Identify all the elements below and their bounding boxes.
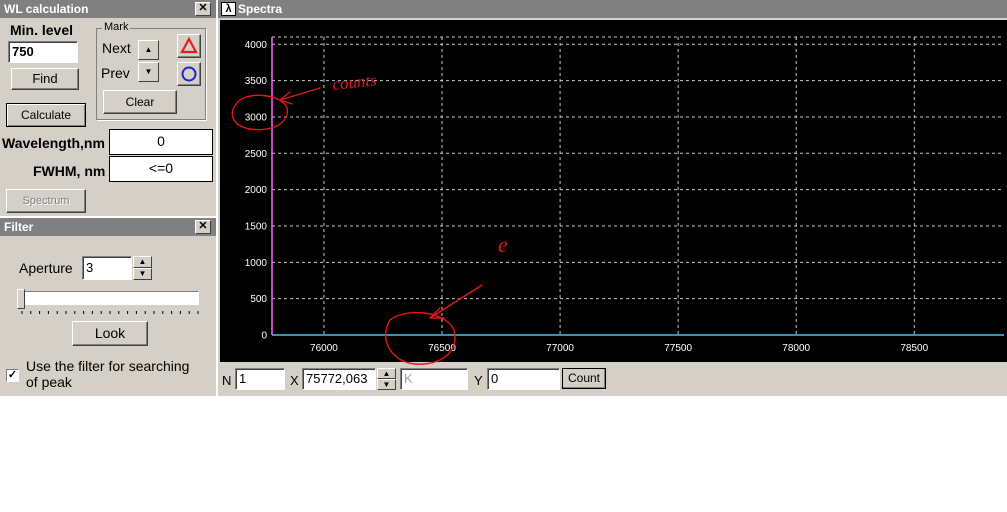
y-tick-label: 2500 — [245, 149, 268, 160]
filter-panel-titlebar: Filter — [0, 218, 216, 236]
count-button[interactable]: Count — [562, 368, 606, 389]
y-tick-label: 4000 — [245, 40, 268, 51]
x-tick-label: 78000 — [782, 343, 810, 354]
calculate-button[interactable]: Calculate — [6, 103, 86, 127]
x-tick-label: 77500 — [664, 343, 692, 354]
filter-checkbox-label-line1: Use the filter for searching — [26, 358, 190, 374]
filter-panel-close-button[interactable]: ✕ — [195, 220, 211, 234]
fwhm-value: <=0 — [109, 156, 213, 182]
y-tick-label: 3000 — [245, 112, 268, 123]
triangle-icon — [180, 36, 198, 54]
clear-button[interactable]: Clear — [103, 90, 177, 114]
filter-slider-thumb[interactable] — [17, 289, 25, 309]
lambda-app-icon: λ — [221, 2, 236, 16]
next-mark-button[interactable]: ▲ — [138, 40, 159, 60]
y-tick-label: 2000 — [245, 185, 268, 196]
triangle-mark-button[interactable] — [177, 34, 201, 58]
filter-checkbox-label-line2: of peak — [26, 374, 72, 390]
x-tick-label: 76500 — [428, 343, 456, 354]
spectra-titlebar: Spectra — [218, 0, 1007, 18]
y-tick-label: 0 — [261, 331, 267, 342]
min-level-label: Min. level — [10, 22, 74, 38]
filter-checkbox[interactable]: ✓ — [6, 369, 19, 382]
prev-mark-button[interactable]: ▼ — [138, 62, 159, 82]
k-input[interactable]: K — [400, 368, 468, 390]
spectra-title: Spectra — [238, 2, 283, 16]
look-button[interactable]: Look — [72, 321, 148, 346]
spectra-window: Spectra λ 0 500 1000 1500 2000 2500 3000 3500 40… — [218, 0, 1007, 396]
checkbox-check-icon: ✓ — [7, 369, 18, 381]
x-down-button[interactable]: ▼ — [377, 379, 396, 390]
aperture-down-button[interactable]: ▼ — [133, 268, 152, 280]
find-button[interactable]: Find — [11, 68, 79, 90]
wavelength-label: Wavelength,nm — [2, 135, 105, 151]
spectra-chart[interactable]: 0 500 1000 1500 2000 2500 3000 3500 4000 76000 76… — [220, 20, 1007, 362]
filter-slider-ticks — [21, 311, 199, 314]
aperture-label: Aperture — [19, 260, 73, 276]
min-level-input[interactable]: 750 — [8, 41, 78, 63]
y-input[interactable]: 0 — [487, 368, 560, 390]
prev-label: Prev — [101, 65, 130, 81]
chart-background — [220, 20, 1007, 362]
y-tick-label: 1500 — [245, 221, 268, 232]
n-input[interactable]: 1 — [235, 368, 285, 390]
spectrum-button[interactable]: Spectrum — [6, 189, 86, 213]
x-label: X — [290, 373, 299, 388]
x-tick-label: 77000 — [546, 343, 574, 354]
y-tick-label: 3500 — [245, 76, 268, 87]
filter-slider-track[interactable] — [18, 291, 199, 305]
filter-panel: Filter ✕ Aperture 3 ▲ ▼ Look ✓ Use the f… — [0, 218, 216, 396]
wl-panel-titlebar: WL calculation — [0, 0, 216, 18]
aperture-up-button[interactable]: ▲ — [133, 256, 152, 268]
y-label: Y — [474, 373, 483, 388]
x-tick-label: 76000 — [310, 343, 338, 354]
wl-panel-close-button[interactable]: ✕ — [195, 2, 211, 16]
fwhm-label: FWHM, nm — [33, 163, 106, 179]
circle-icon — [181, 66, 197, 82]
x-input[interactable]: 75772,063 — [302, 368, 376, 390]
x-tick-label: 78500 — [900, 343, 928, 354]
wl-calculation-panel: WL calculation ✕ Min. level 750 Find Mar… — [0, 0, 216, 216]
x-up-button[interactable]: ▲ — [377, 368, 396, 379]
wavelength-value: 0 — [109, 129, 213, 155]
mark-group-label: Mark — [102, 21, 131, 33]
y-tick-label: 500 — [250, 294, 267, 305]
n-label: N — [222, 373, 232, 388]
circle-mark-button[interactable] — [177, 62, 201, 86]
next-label: Next — [102, 40, 131, 56]
aperture-input[interactable]: 3 — [82, 256, 132, 280]
y-tick-label: 1000 — [245, 258, 268, 269]
